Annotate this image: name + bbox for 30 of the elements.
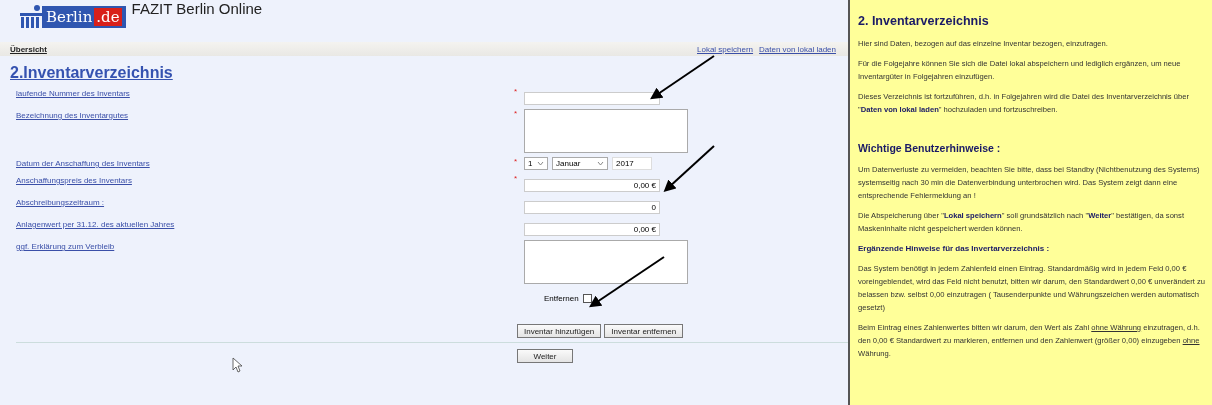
- nav-link[interactable]: Daten von lokal laden: [759, 44, 836, 54]
- required-mark: *: [514, 157, 519, 166]
- site-title: FAZIT Berlin Online: [131, 0, 263, 17]
- input-field[interactable]: 0,00 €: [524, 179, 660, 192]
- action-button[interactable]: Inventar entfernen: [604, 324, 684, 338]
- field-label: Anschaffungspreis des Inventars: [16, 175, 133, 185]
- action-button[interactable]: Inventar hinzufügen: [517, 324, 602, 338]
- checkbox-label: Entfernen: [544, 294, 579, 303]
- page-heading: 2.Inventarverzeichnis: [10, 64, 174, 82]
- overview-link[interactable]: Übersicht: [10, 44, 47, 54]
- day-dropdown[interactable]: 1: [524, 157, 548, 170]
- field-label: Abschreibungszeitraum :: [16, 197, 106, 207]
- help-heading: 2. Inventarverzeichnis: [858, 14, 990, 28]
- field-label: laufende Nummer des Inventars: [16, 88, 131, 98]
- field-label: Bezeichnung des Inventargutes: [16, 110, 130, 120]
- field-label: Datum der Anschaffung des Inventars: [16, 158, 151, 168]
- input-field[interactable]: 0,00 €: [524, 223, 660, 236]
- logo-wordmark: Berlin .de: [42, 6, 126, 28]
- help-subheading: Ergänzende Hinweise für das Invertarverzeichnis :: [858, 243, 1051, 255]
- help-subheading: Wichtige Benutzerhinweise :: [858, 142, 1002, 155]
- field-label: Anlagenwert per 31.12. des aktuellen Jahres: [16, 219, 176, 229]
- year-field[interactable]: 2017: [612, 157, 652, 170]
- input-field[interactable]: 0: [524, 201, 660, 214]
- month-dropdown[interactable]: Januar: [552, 157, 608, 170]
- nav-link[interactable]: Lokal speichern: [697, 44, 754, 54]
- required-mark: *: [514, 109, 519, 118]
- field-label: ggf. Erklärung zum Verbleib: [16, 241, 116, 251]
- next-button[interactable]: Weiter: [517, 349, 573, 363]
- required-mark: *: [514, 174, 519, 183]
- required-mark: *: [514, 87, 519, 96]
